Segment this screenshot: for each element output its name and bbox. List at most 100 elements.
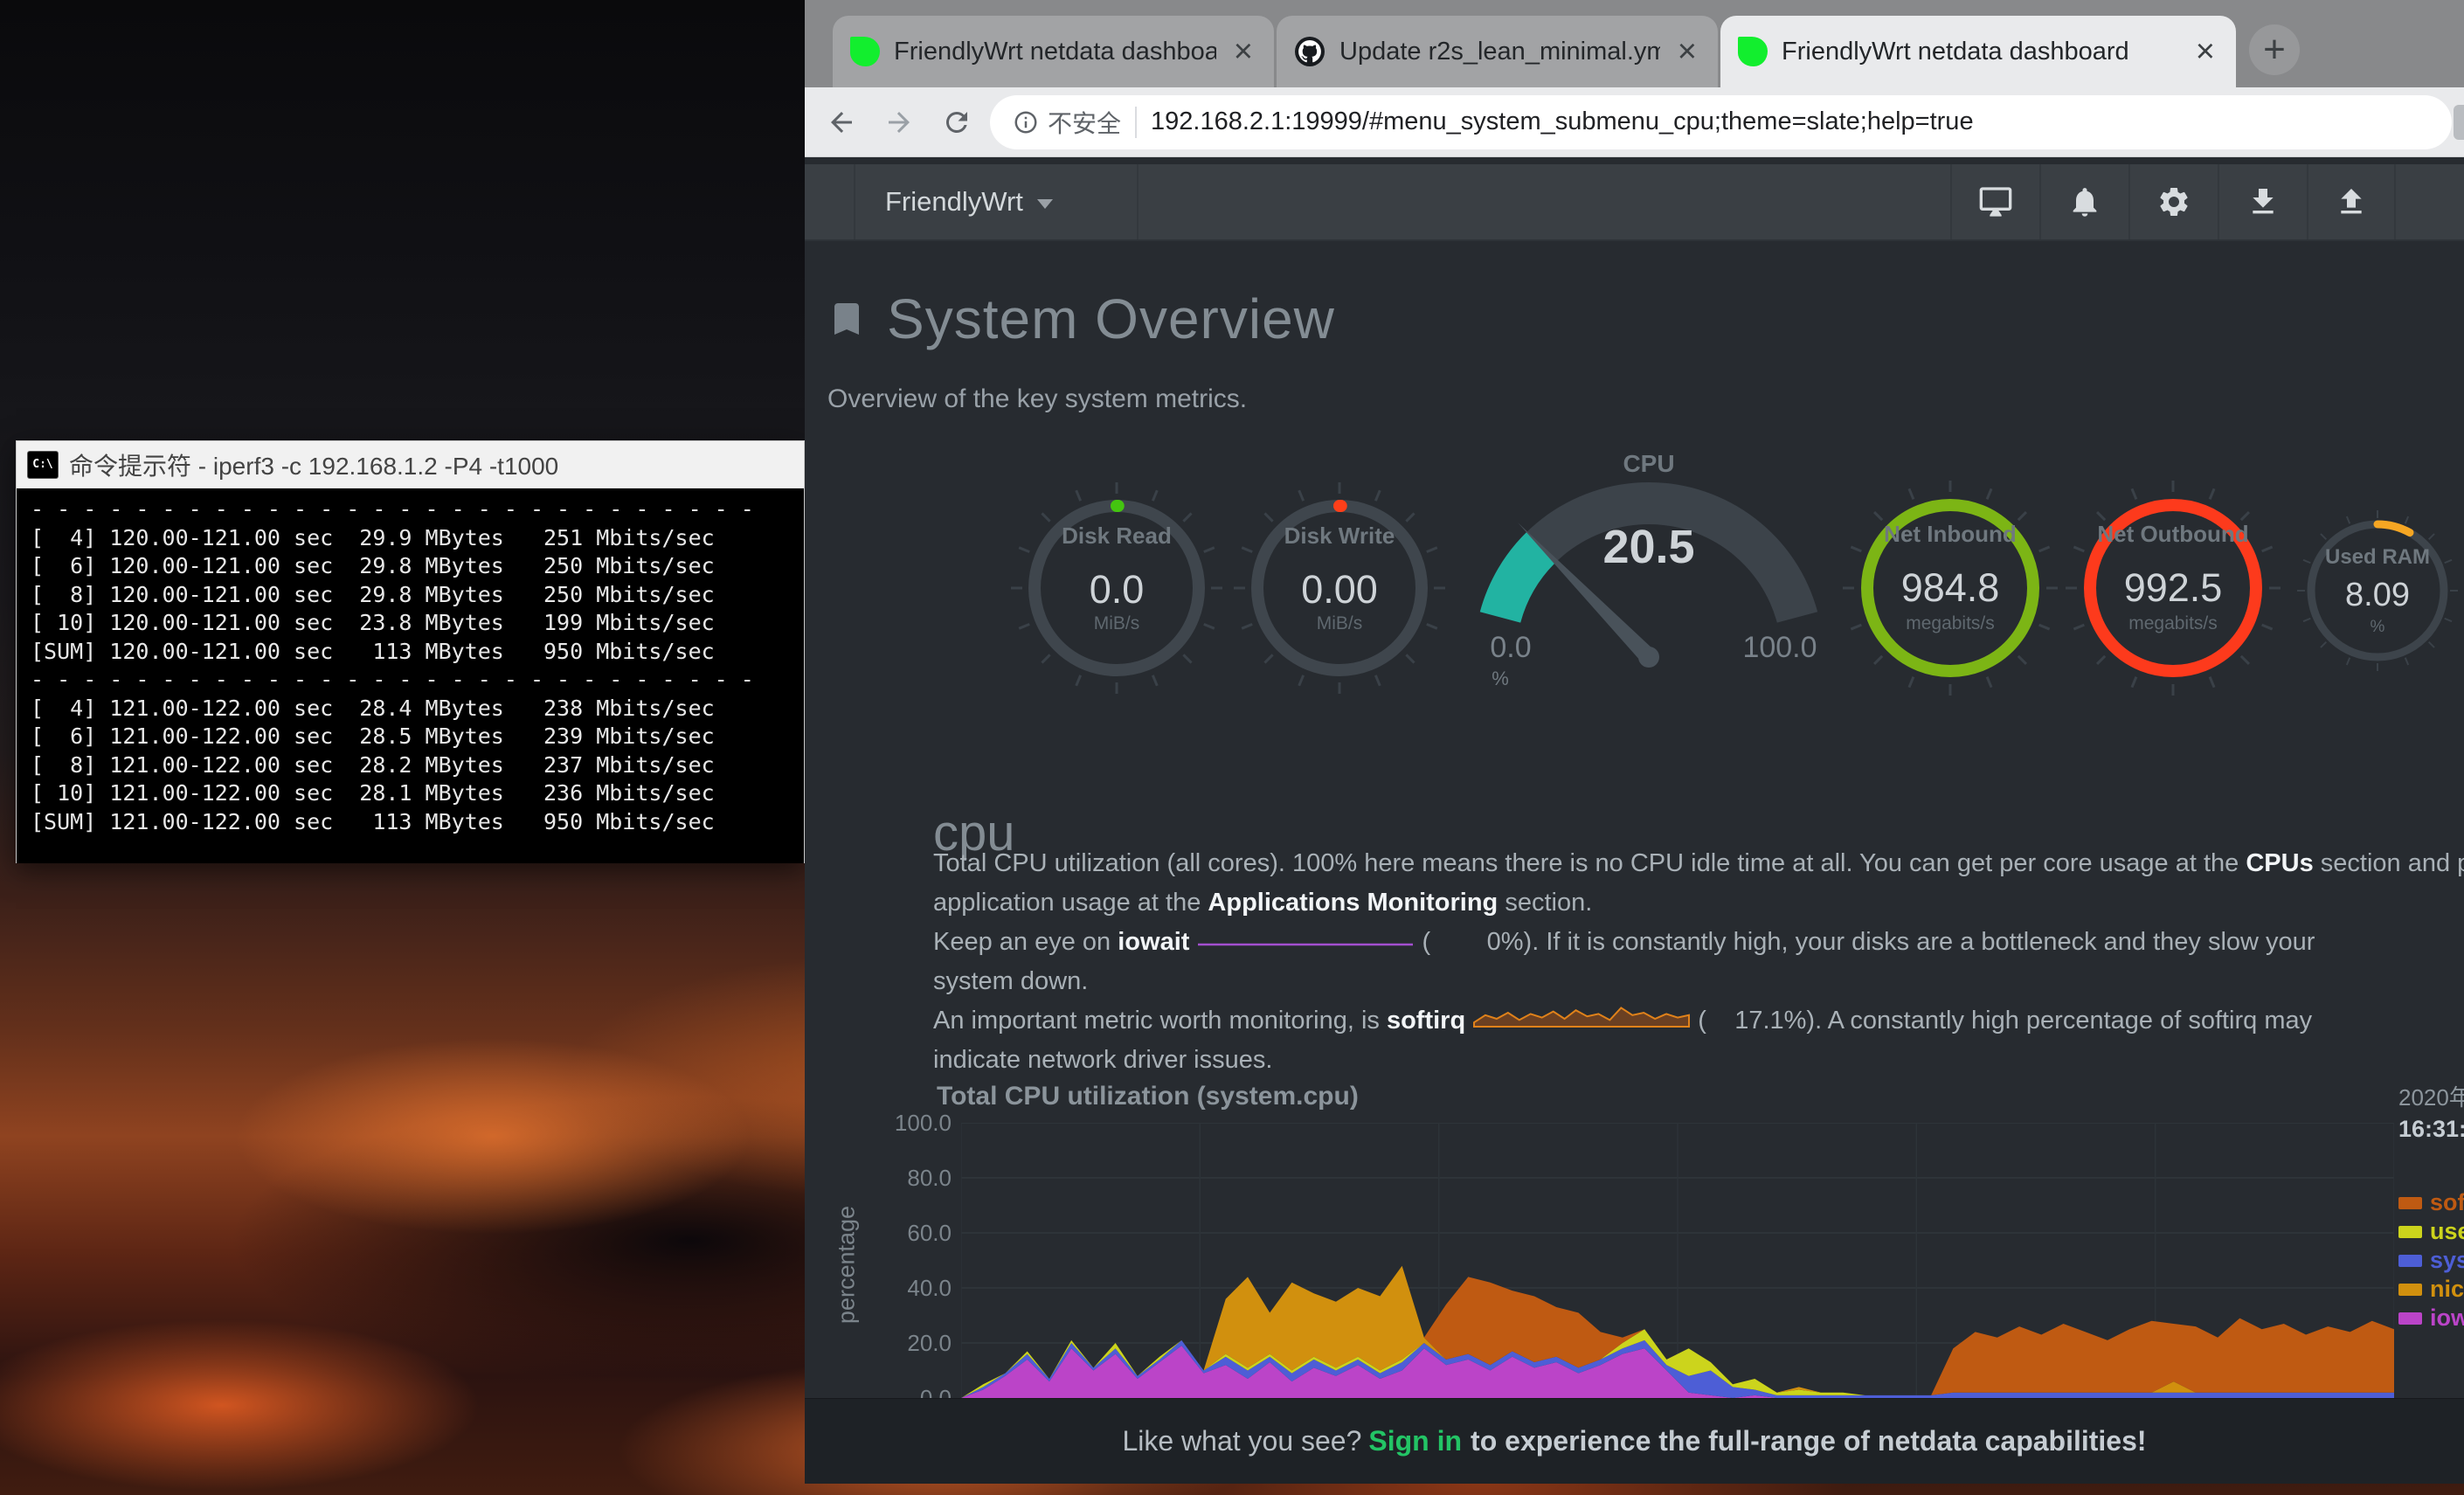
terminal-text: - - - - - - - - - - - - - - - - - - - - … [31, 495, 804, 836]
gauge-used-ram[interactable]: Used RAM 8.09 % [2294, 508, 2461, 678]
legend-label: nice [2430, 1276, 2464, 1303]
legend-item-nice[interactable]: nice [2398, 1275, 2464, 1304]
url-bar: 不安全 192.168.2.1:19999/#menu_system_subme… [805, 87, 2464, 157]
svg-text:megabits/s: megabits/s [1906, 613, 1995, 633]
legend-swatch [2398, 1197, 2422, 1209]
page-heading: System Overview [826, 287, 1335, 351]
browser-tab-3[interactable]: FriendlyWrt netdata dashboard × [1720, 16, 2236, 87]
export-snapshot-button[interactable] [2307, 164, 2396, 239]
print-dashboard-button[interactable] [1950, 164, 2039, 239]
terminal-title: 命令提示符 - iperf3 -c 192.168.1.2 -P4 -t1000 [69, 447, 558, 482]
gauge-net-outbound[interactable]: Net Outbound 992.5 megabits/s [2064, 479, 2282, 702]
browser-tab-2[interactable]: Update r2s_lean_minimal.yml · k × [1277, 16, 1718, 87]
svg-text:0.0: 0.0 [1490, 631, 1531, 664]
gauge-cpu[interactable]: CPU 20.5 0.0 100.0 % [1474, 395, 1824, 696]
browser-window: FriendlyWrt netdata dashboard×Update r2s… [805, 0, 2464, 1484]
reload-button[interactable] [932, 98, 981, 147]
import-snapshot-button[interactable] [2218, 164, 2307, 239]
alarms-button[interactable] [2039, 164, 2128, 239]
legend-swatch [2398, 1226, 2422, 1238]
svg-text:%: % [1492, 668, 1509, 689]
browser-tab-1[interactable]: FriendlyWrt netdata dashboard × [833, 16, 1274, 87]
url-text: 192.168.2.1:19999/#menu_system_submenu_c… [1151, 107, 1974, 136]
page-subtitle: Overview of the key system metrics. [827, 384, 1247, 414]
svg-text:Disk Read: Disk Read [1062, 523, 1172, 549]
legend-time: 16:31:2 [2398, 1116, 2464, 1143]
iowait-sparkline [1196, 923, 1415, 962]
y-tick-label: 80.0 [847, 1165, 952, 1192]
info-icon [1013, 109, 1039, 135]
legend-label: system [2430, 1247, 2464, 1274]
desktop: C:\ 命令提示符 - iperf3 -c 192.168.1.2 -P4 -t… [0, 0, 2464, 1495]
download-icon [2246, 184, 2281, 219]
legend-label: softirq [2430, 1189, 2464, 1216]
svg-text:megabits/s: megabits/s [2128, 613, 2218, 633]
signin-link[interactable]: Sign in [1368, 1425, 1462, 1457]
tab-close-icon[interactable]: × [1230, 35, 1256, 68]
svg-text:CPU: CPU [1623, 450, 1674, 477]
tab-title: FriendlyWrt netdata dashboard [1782, 38, 2178, 66]
description-line: application usage at the Applications Mo… [933, 883, 2464, 923]
new-tab-button[interactable]: + [2249, 24, 2300, 75]
tab-title: Update r2s_lean_minimal.yml · k [1339, 38, 1660, 66]
tab-strip: FriendlyWrt netdata dashboard×Update r2s… [805, 0, 2464, 87]
signin-text-pre: Like what you see? [1122, 1425, 1361, 1457]
svg-text:Used RAM: Used RAM [2325, 545, 2430, 569]
signin-text-post: to experience the full-range of netdata … [1471, 1425, 2147, 1457]
description-line: indicate network driver issues. [933, 1041, 2464, 1080]
y-tick-label: 20.0 [847, 1330, 952, 1357]
legend-swatch [2398, 1284, 2422, 1296]
description-line: Total CPU utilization (all cores). 100% … [933, 844, 2464, 883]
monitor-icon [1978, 184, 2013, 219]
address-input[interactable]: 不安全 192.168.2.1:19999/#menu_system_subme… [990, 95, 2452, 149]
svg-text:984.8: 984.8 [1901, 565, 2000, 610]
page-title: System Overview [887, 287, 1335, 351]
gauge-net-inbound[interactable]: Net Inbound 984.8 megabits/s [1841, 479, 2059, 702]
security-label: 不安全 [1048, 105, 1121, 140]
terminal-output: - - - - - - - - - - - - - - - - - - - - … [17, 488, 804, 863]
settings-button[interactable] [2128, 164, 2218, 239]
gauge-disk-read[interactable]: Disk Read 0.0 MiB/s [999, 470, 1235, 710]
svg-text:MiB/s: MiB/s [1317, 613, 1363, 633]
chart-title: Total CPU utilization (system.cpu) [937, 1082, 1359, 1111]
svg-text:Disk Write: Disk Write [1284, 523, 1395, 549]
netdata-navbar: FriendlyWrt [805, 164, 2464, 241]
cmd-icon: C:\ [27, 451, 59, 479]
terminal-titlebar[interactable]: C:\ 命令提示符 - iperf3 -c 192.168.1.2 -P4 -t… [17, 441, 804, 488]
gauge-disk-write[interactable]: Disk Write 0.00 MiB/s [1222, 470, 1457, 710]
navbar-actions [1950, 164, 2396, 239]
svg-text:MiB/s: MiB/s [1094, 613, 1140, 633]
tab-title: FriendlyWrt netdata dashboard [894, 38, 1216, 66]
omnibox-divider [1135, 107, 1137, 138]
gear-icon [2156, 184, 2191, 219]
softirq-sparkline [1472, 1001, 1691, 1041]
legend-date: 2020年3 [2398, 1080, 2464, 1112]
signin-banner: Like what you see? Sign in to experience… [805, 1398, 2464, 1484]
svg-text:20.5: 20.5 [1602, 521, 1694, 573]
bell-icon [2067, 184, 2102, 219]
back-button[interactable] [817, 98, 866, 147]
y-tick-label: 100.0 [847, 1110, 952, 1137]
chart-legend: 2020年3 16:31:2 softirqusersystemniceiowa… [2398, 1080, 2464, 1332]
tab-close-icon[interactable]: × [2192, 35, 2218, 68]
brand-label: FriendlyWrt [885, 186, 1023, 218]
legend-item-iowait[interactable]: iowait [2398, 1304, 2464, 1332]
legend-items: softirqusersystemniceiowait [2398, 1188, 2464, 1332]
legend-item-system[interactable]: system [2398, 1246, 2464, 1275]
svg-text:992.5: 992.5 [2124, 565, 2223, 610]
terminal-window[interactable]: C:\ 命令提示符 - iperf3 -c 192.168.1.2 -P4 -t… [16, 440, 805, 863]
chevron-down-icon [1037, 199, 1053, 209]
description-line: system down. [933, 962, 2464, 1001]
svg-text:Net Outbound: Net Outbound [2097, 521, 2248, 547]
svg-text:Net Inbound: Net Inbound [1884, 521, 2017, 547]
section-description: Total CPU utilization (all cores). 100% … [933, 844, 2464, 1089]
extension-icon[interactable] [2454, 105, 2464, 140]
site-security-chip[interactable]: 不安全 [1013, 105, 1121, 140]
legend-item-softirq[interactable]: softirq [2398, 1188, 2464, 1217]
upload-icon [2334, 184, 2369, 219]
tab-close-icon[interactable]: × [1674, 35, 1700, 68]
node-selector-dropdown[interactable]: FriendlyWrt [854, 164, 1139, 239]
forward-button[interactable] [875, 98, 924, 147]
cpu-chart[interactable] [961, 1123, 2394, 1398]
legend-item-user[interactable]: user [2398, 1217, 2464, 1246]
